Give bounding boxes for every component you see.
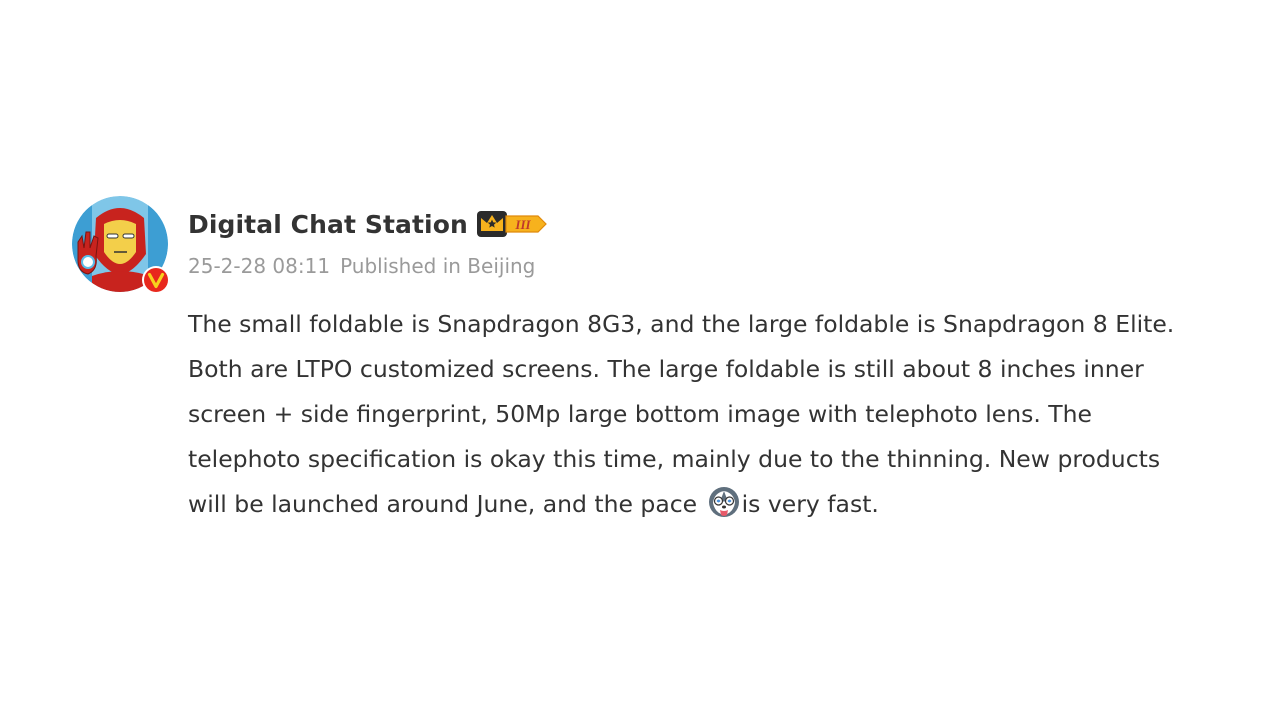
post-text-main: The small foldable is Snapdragon 8G3, an… bbox=[188, 310, 1175, 518]
post-text-end: is very fast. bbox=[741, 490, 879, 518]
husky-dog-emoji-icon bbox=[708, 487, 739, 517]
post-text: The small foldable is Snapdragon 8G3, an… bbox=[188, 302, 1198, 527]
post-meta: 25-2-28 08:11 Published in Beijing bbox=[188, 254, 1188, 278]
author-avatar[interactable] bbox=[72, 196, 172, 296]
post-time[interactable]: 25-2-28 08:11 bbox=[188, 254, 330, 278]
post-content: The small foldable is Snapdragon 8G3, an… bbox=[188, 302, 1198, 527]
post-header: Digital Chat Station III 25-2-28 08:11 P… bbox=[188, 206, 1188, 278]
author-name[interactable]: Digital Chat Station bbox=[188, 210, 468, 239]
author-row: Digital Chat Station III bbox=[188, 206, 1188, 242]
crown-member-level-badge-icon[interactable]: III bbox=[476, 209, 548, 239]
post-location: Published in Beijing bbox=[340, 254, 536, 278]
verified-v-badge-icon bbox=[142, 266, 170, 294]
member-level-label: III bbox=[514, 217, 531, 232]
